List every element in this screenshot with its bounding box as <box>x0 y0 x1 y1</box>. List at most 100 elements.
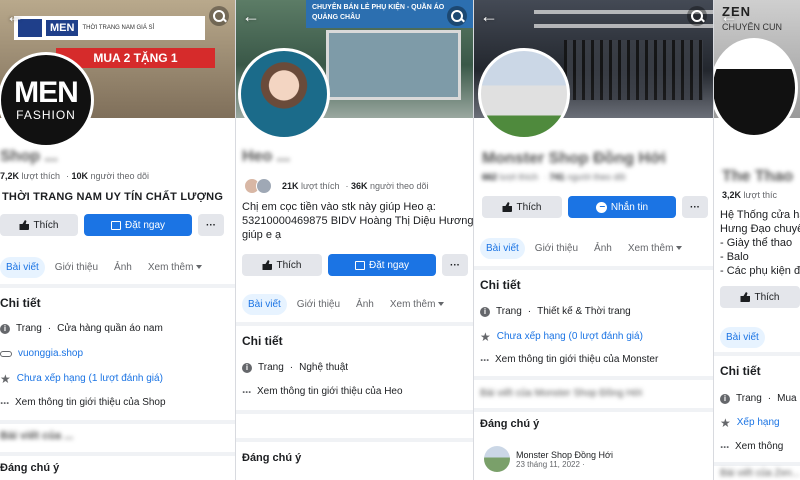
message-button[interactable]: Nhắn tin <box>568 196 676 218</box>
back-arrow-icon[interactable]: ← <box>6 6 26 26</box>
caret-down-icon <box>196 265 203 270</box>
more-button[interactable]: ··· <box>442 254 468 276</box>
followers-label: người theo dõi <box>90 171 149 181</box>
search-icon[interactable] <box>209 6 229 26</box>
divider <box>236 438 473 442</box>
avatar-brand: MEN <box>14 76 79 109</box>
likes-label: lượt thíc <box>743 190 777 200</box>
divider <box>474 376 713 380</box>
intro-line: 53210000469875 BIDV Hoàng Thị Diệu Hương <box>242 215 474 227</box>
likes-count: 21K <box>282 181 299 191</box>
page-screenshot-zen: ZEN CHUYÊN CUN ← The Thao 3,2K lượt thíc… <box>714 0 800 480</box>
page-tabs: Bài viết Giới thiệu Ảnh Xem thêm <box>480 238 688 259</box>
tab-posts[interactable]: Bài viết <box>0 257 45 278</box>
like-button[interactable]: Thích <box>0 214 78 236</box>
tab-posts[interactable]: Bài viết <box>720 327 765 348</box>
search-icon[interactable] <box>687 6 707 26</box>
see-more-text: Xem thông <box>735 441 784 452</box>
detail-rating[interactable]: ★ Chưa xếp hạng (0 lượt đánh giá) <box>480 329 643 344</box>
tab-see-more[interactable]: Xem thêm <box>622 238 689 259</box>
page-stats: 21K lượt thích · 36K người theo dõi <box>244 178 428 194</box>
detail-rating[interactable]: ★ Chưa xếp hạng (1 lượt đánh giá) <box>0 373 163 385</box>
divider <box>236 322 473 326</box>
detail-website[interactable]: vuonggia.shop <box>0 348 83 359</box>
tab-about[interactable]: Giới thiệu <box>529 238 584 259</box>
category-prefix: Trang <box>496 306 522 317</box>
avatar-brand-sub: FASHION <box>16 108 76 122</box>
likes-label: lượt thích <box>21 171 60 181</box>
info-icon: i <box>0 323 10 334</box>
more-dots-icon: ··· <box>242 384 252 399</box>
category-text: Mua <box>777 393 797 404</box>
back-arrow-icon[interactable]: ← <box>242 6 262 26</box>
detail-rating[interactable]: ★ Xếp hạng <box>720 417 780 429</box>
details-title: Chi tiết <box>480 278 521 292</box>
like-button[interactable]: Thích <box>242 254 322 276</box>
posts-title: Bài viết của Monster Shop Đồng Hới <box>480 388 643 399</box>
divider <box>714 462 800 466</box>
page-name: Heo ... <box>242 148 291 165</box>
tab-posts[interactable]: Bài viết <box>480 238 525 259</box>
like-button[interactable]: Thích <box>720 286 800 308</box>
tab-see-more[interactable]: Xem thêm <box>142 257 209 278</box>
search-icon[interactable] <box>447 6 467 26</box>
info-icon: i <box>242 362 252 373</box>
divider <box>0 452 235 456</box>
website-link[interactable]: vuonggia.shop <box>18 348 83 359</box>
posts-title: Bài viết của Zen... <box>720 468 800 479</box>
posts-title: Bài viết của ... <box>0 430 74 442</box>
page-tabs: Bài viết Giới thiệu Ảnh Xem thêm <box>0 257 208 278</box>
avatar[interactable] <box>714 38 798 138</box>
likes-count: 3,2K <box>722 190 742 200</box>
clothing-racks <box>564 40 703 100</box>
detail-see-more[interactable]: ··· Xem thông tin giới thiệu của Heo <box>242 384 403 399</box>
tab-see-more-label: Xem thêm <box>147 262 194 273</box>
divider <box>714 352 800 356</box>
shop-icon <box>110 220 121 230</box>
page-intro: THỜI TRANG NAM UY TÍN CHẤT LƯỢNG <box>2 191 224 203</box>
notable-post[interactable]: Monster Shop Đồng Hới 23 tháng 11, 2022 … <box>484 446 613 472</box>
detail-see-more[interactable]: ··· Xem thông tin giới thiệu của Monster <box>480 354 659 366</box>
shopfront <box>326 30 461 100</box>
post-author[interactable]: Monster Shop Đồng Hới <box>516 450 613 460</box>
page-intro: Chị em cọc tiền vào stk này giúp Heo ạ: … <box>242 200 473 242</box>
info-icon: i <box>480 306 490 317</box>
like-button-label: Thích <box>754 291 780 303</box>
tab-photos[interactable]: Ảnh <box>588 238 618 259</box>
followers-count: 10K <box>71 171 88 181</box>
category-prefix: Trang <box>736 393 762 404</box>
detail-see-more[interactable]: ··· Xem thông <box>720 441 784 453</box>
rating-text[interactable]: Xếp hạng <box>737 417 780 428</box>
more-button[interactable]: ··· <box>682 196 708 218</box>
tab-about[interactable]: Giới thiệu <box>49 257 104 278</box>
tab-about[interactable]: Giới thiệu <box>291 294 346 315</box>
caret-down-icon <box>438 302 445 307</box>
rating-text[interactable]: Chưa xếp hạng (0 lượt đánh giá) <box>497 331 643 342</box>
rating-text[interactable]: Chưa xếp hạng (1 lượt đánh giá) <box>17 373 163 384</box>
tab-photos[interactable]: Ảnh <box>108 257 138 278</box>
book-now-button[interactable]: Đặt ngay <box>328 254 436 276</box>
notable-title: Đáng chú ý <box>242 452 302 464</box>
back-arrow-icon[interactable]: ← <box>720 6 740 26</box>
book-now-button[interactable]: Đặt ngay <box>84 214 192 236</box>
avatar[interactable]: MEN FASHION <box>0 52 94 148</box>
post-avatar <box>484 446 510 472</box>
tab-see-more[interactable]: Xem thêm <box>384 294 451 315</box>
avatar[interactable] <box>478 48 570 140</box>
thumbs-up-icon <box>502 202 513 212</box>
detail-see-more[interactable]: ··· Xem thông tin giới thiệu của Shop <box>0 397 166 409</box>
avatar[interactable] <box>238 48 330 140</box>
tab-posts[interactable]: Bài viết <box>242 294 287 315</box>
notable-title: Đáng chú ý <box>480 418 540 430</box>
followers-label: người theo dõi <box>370 181 429 191</box>
like-button[interactable]: Thích <box>482 196 562 218</box>
star-icon: ★ <box>480 329 491 344</box>
more-button[interactable]: ··· <box>198 214 224 236</box>
likes-count: 7,2K <box>0 171 20 181</box>
action-bar: Thích Đặt ngay ··· <box>0 214 224 236</box>
back-arrow-icon[interactable]: ← <box>480 6 500 26</box>
like-button-label: Thích <box>516 201 542 213</box>
tab-photos[interactable]: Ảnh <box>350 294 380 315</box>
see-more-text: Xem thông tin giới thiệu của Monster <box>495 354 659 365</box>
detail-category: i Trang · Mua <box>720 393 797 404</box>
